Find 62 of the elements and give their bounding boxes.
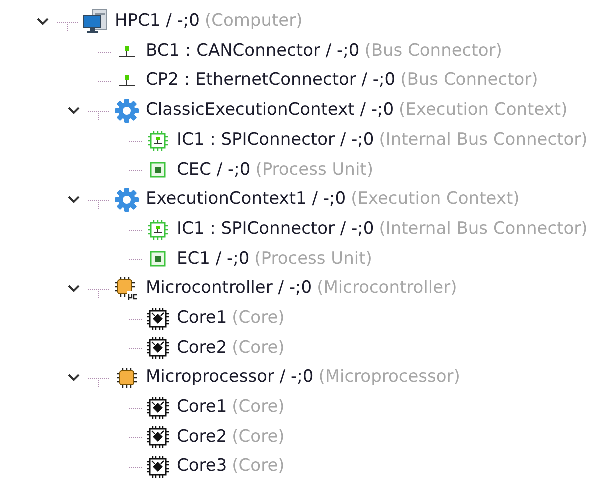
tree-line <box>128 348 143 350</box>
node-type: (Process Unit) <box>254 248 372 271</box>
node-type: (Bus Connector) <box>364 40 502 63</box>
node-type: (Core) <box>232 455 285 478</box>
tree-line <box>128 170 143 172</box>
node-type: (Core) <box>232 426 285 449</box>
tree-line <box>88 378 110 388</box>
node-type: (Core) <box>232 306 285 330</box>
node-label[interactable]: CEC / -;0 <box>177 158 251 184</box>
chip-icon <box>147 456 169 478</box>
chip-icon <box>148 130 168 151</box>
tree-line <box>128 259 143 260</box>
chip-icon <box>117 368 137 388</box>
tree-line <box>128 230 143 231</box>
node-label[interactable]: Core1 <box>177 395 228 421</box>
node-label[interactable]: Core2 <box>177 336 228 362</box>
chip-icon <box>148 220 168 240</box>
node-label[interactable]: EC1 / -;0 <box>177 246 250 272</box>
node-label[interactable]: ExecutionContext1 / -;0 <box>146 187 346 213</box>
tree-line <box>88 200 110 210</box>
node-label[interactable]: CP2 : EthernetConnector / -;0 <box>146 68 396 94</box>
square-icon <box>150 251 166 268</box>
chip-icon <box>147 308 169 330</box>
tree-line <box>128 467 143 468</box>
node-label[interactable]: Core2 <box>177 424 228 450</box>
chip-icon <box>147 426 169 448</box>
node-label[interactable]: Core3 <box>177 454 228 478</box>
chip-icon <box>115 277 139 302</box>
node-label[interactable]: IC1 : SPIConnector / -;0 <box>177 128 374 154</box>
node-type: (Microcontroller) <box>317 277 458 300</box>
tree-line <box>128 408 143 409</box>
tree-line <box>128 437 143 438</box>
node-type: (Core) <box>232 336 285 360</box>
chip-icon <box>147 396 169 419</box>
tree-line <box>88 110 110 121</box>
node-label[interactable]: BC1 : CANConnector / -;0 <box>146 38 360 64</box>
node-label[interactable]: IC1 : SPIConnector / -;0 <box>177 216 374 242</box>
node-type: (Microprocessor) <box>318 366 460 390</box>
node-type: (Bus Connector) <box>400 69 538 92</box>
node-label[interactable]: Microprocessor / -;0 <box>146 365 314 391</box>
tree-line <box>56 22 80 32</box>
tree-line <box>98 81 112 82</box>
node-label[interactable]: HPC1 / -;0 <box>115 9 200 35</box>
node-type: (Execution Context) <box>351 188 520 212</box>
node-type: (Internal Bus Connector) <box>379 218 588 241</box>
gear-icon <box>114 186 140 213</box>
computer-icon <box>83 8 109 35</box>
tree-line <box>98 52 112 53</box>
node-type: (Core) <box>232 396 285 420</box>
tree-line <box>128 318 143 320</box>
node-type: (Process Unit) <box>256 158 374 182</box>
node-type: (Internal Bus Connector) <box>379 128 588 152</box>
square-icon <box>150 162 166 178</box>
tree-line <box>88 289 110 300</box>
node-label[interactable]: Core1 <box>177 306 228 332</box>
node-label[interactable]: ClassicExecutionContext / -;0 <box>146 98 394 124</box>
node-type: (Computer) <box>204 10 303 34</box>
chip-icon <box>147 337 169 360</box>
tree-line <box>128 140 143 142</box>
node-type: (Execution Context) <box>399 99 568 122</box>
node-label[interactable]: Microcontroller / -;0 <box>146 276 312 302</box>
gear-icon <box>114 98 140 124</box>
